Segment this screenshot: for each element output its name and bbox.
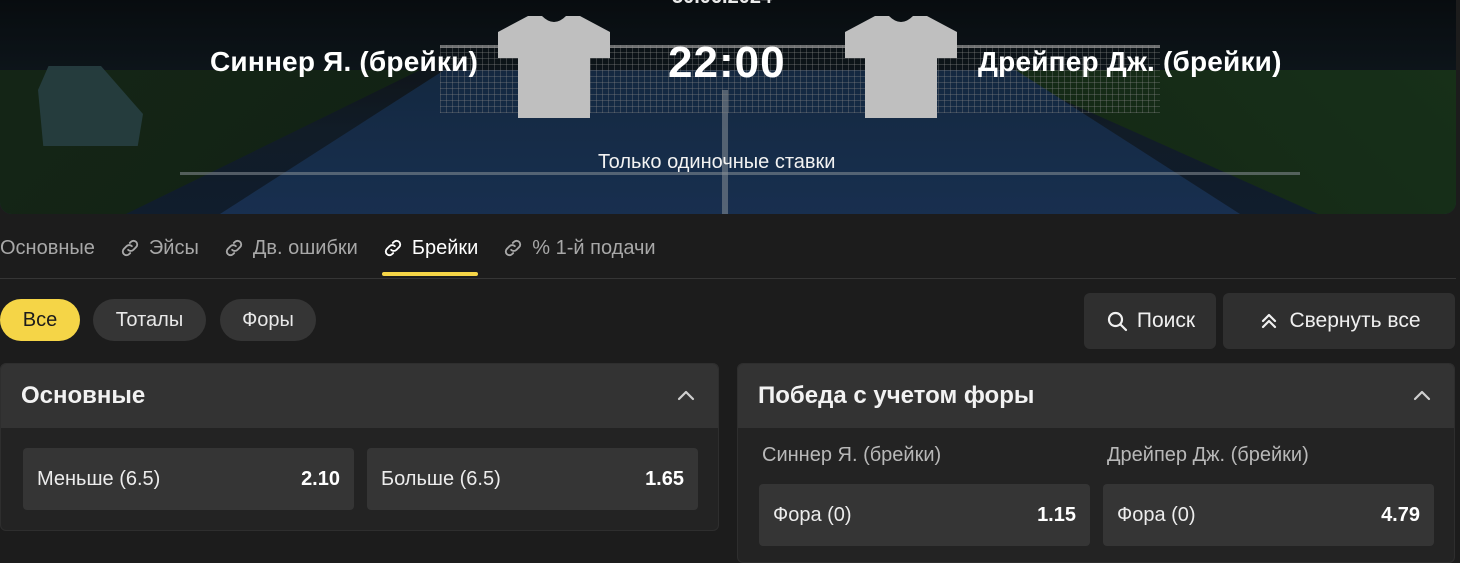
tab-main[interactable]: Основные	[0, 226, 95, 270]
market-handicap: Победа с учетом форы Синнер Я. (брейки) …	[737, 363, 1455, 563]
link-icon	[121, 239, 139, 257]
tab-first-serve[interactable]: % 1-й подачи	[502, 226, 656, 270]
market-main-header[interactable]: Основные	[1, 364, 718, 428]
column-label-home: Синнер Я. (брейки)	[762, 444, 942, 466]
away-jersey-icon	[845, 16, 957, 118]
column-label-away: Дрейпер Дж. (брейки)	[1107, 444, 1309, 466]
odds-button-under[interactable]: Меньше (6.5) 2.10	[23, 448, 354, 510]
odds-value: 1.65	[645, 467, 684, 490]
home-jersey-icon	[498, 16, 610, 118]
tabs-divider	[0, 278, 1456, 279]
odds-button-handicap-home[interactable]: Фора (0) 1.15	[759, 484, 1090, 546]
collapse-all-button[interactable]: Свернуть все	[1223, 293, 1455, 349]
link-icon	[505, 239, 522, 257]
chevron-up-icon[interactable]	[1410, 384, 1434, 408]
market-title: Основные	[21, 382, 146, 409]
event-header: 30.06.2024 Синнер Я. (брейки) 22:00 Дрей…	[0, 0, 1456, 214]
odds-button-over[interactable]: Больше (6.5) 1.65	[367, 448, 698, 510]
tab-double-faults[interactable]: Дв. ошибки	[223, 226, 358, 270]
search-button[interactable]: Поиск	[1084, 293, 1216, 349]
match-date: 30.06.2024	[672, 0, 772, 9]
odds-value: 4.79	[1381, 503, 1420, 526]
outcome-label: Меньше (6.5)	[37, 467, 161, 490]
odds-button-handicap-away[interactable]: Фора (0) 4.79	[1103, 484, 1434, 546]
tab-aces[interactable]: Эйсы	[119, 226, 199, 270]
filter-totals-chip[interactable]: Тоталы	[93, 299, 206, 341]
search-icon	[1107, 311, 1127, 332]
team-home-name: Синнер Я. (брейки)	[210, 46, 479, 77]
market-main: Основные Меньше (6.5) 2.10 Больше (6.5) …	[0, 363, 719, 531]
filter-all-chip[interactable]: Все	[0, 299, 80, 341]
team-away-name: Дрейпер Дж. (брейки)	[978, 46, 1282, 77]
market-tabs: Основные Эйсы Дв. ошибки Брейки % 1-й по…	[0, 226, 680, 278]
odds-value: 1.15	[1037, 503, 1076, 526]
tab-breaks[interactable]: Брейки	[381, 226, 479, 276]
filter-handicaps-chip[interactable]: Форы	[220, 299, 316, 341]
outcome-label: Фора (0)	[773, 503, 852, 526]
market-handicap-header[interactable]: Победа с учетом форы	[738, 364, 1454, 428]
singles-only-note: Только одиночные ставки	[598, 151, 836, 173]
outcome-label: Больше (6.5)	[381, 467, 501, 490]
link-icon	[384, 239, 401, 257]
chevron-up-icon[interactable]	[674, 384, 698, 408]
market-title: Победа с учетом форы	[758, 382, 1035, 409]
link-icon	[225, 239, 242, 257]
odds-value: 2.10	[301, 467, 340, 490]
match-time: 22:00	[668, 38, 786, 87]
double-chevron-up-icon	[1262, 313, 1277, 329]
outcome-label: Фора (0)	[1117, 503, 1196, 526]
